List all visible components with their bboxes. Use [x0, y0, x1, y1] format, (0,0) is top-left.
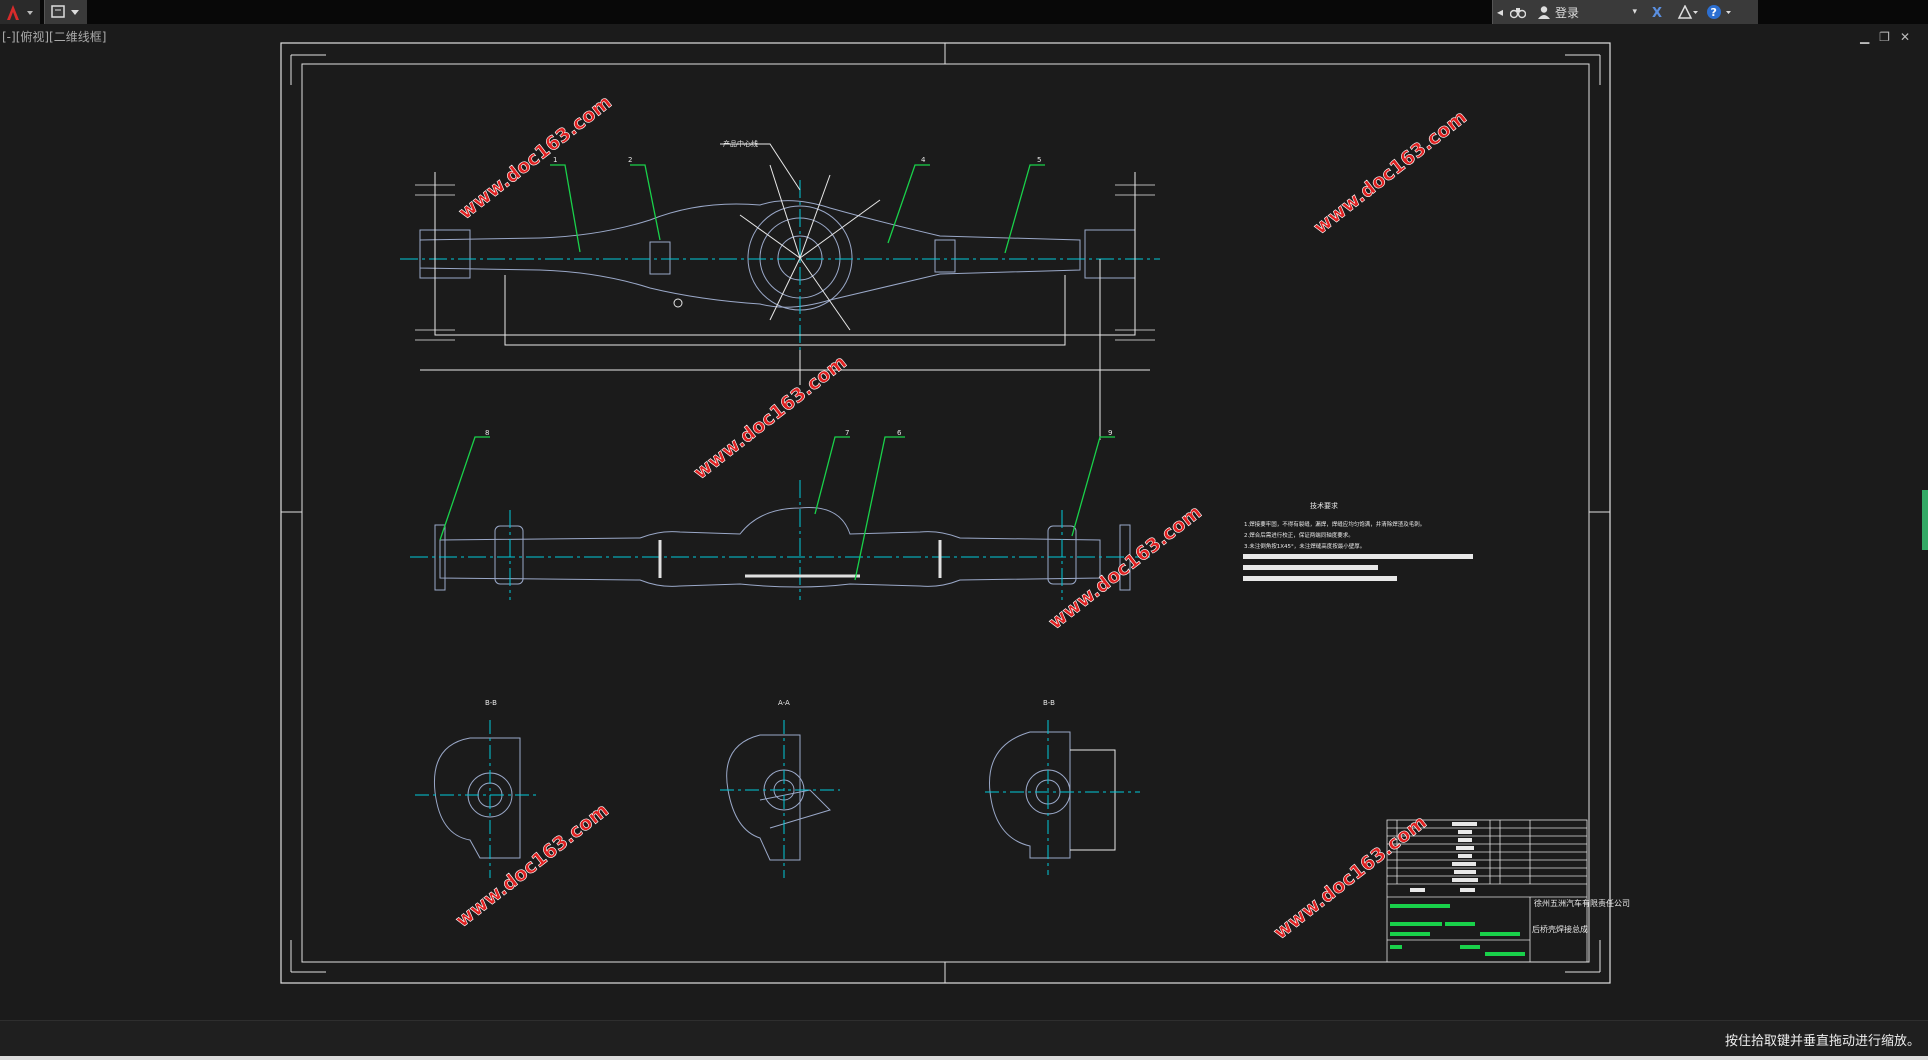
callout-9: 9 — [1108, 429, 1112, 437]
login-dropdown-icon: ▾ — [1632, 7, 1637, 17]
callout-leaders — [439, 164, 1115, 581]
center-line-label: 产品中心线 — [723, 139, 758, 148]
application-menu-button[interactable] — [0, 0, 40, 24]
title-block-company: 徐州五洲汽车有限责任公司 — [1534, 898, 1630, 908]
binoculars-icon[interactable] — [1507, 0, 1529, 24]
section-label-1: B-B — [485, 699, 497, 707]
watermark-1: www.doc163.com — [455, 91, 616, 224]
infocenter-toolbar: ◂ 登录 ▾ X ? — [1492, 0, 1758, 24]
vertical-scrollbar[interactable] — [1922, 490, 1928, 550]
callout-6: 6 — [897, 429, 902, 437]
callout-4: 4 — [921, 156, 926, 164]
svg-text:?: ? — [1711, 6, 1717, 19]
callout-5: 5 — [1037, 156, 1041, 164]
watermarks: www.doc163.com www.doc163.com www.doc163… — [451, 91, 1471, 944]
section-views: B-B A-A B-B — [415, 699, 1140, 878]
section-label-3: B-B — [1043, 699, 1055, 707]
note-3: 3.未注倒角按1X45°，未注焊缝高度按最小壁厚。 — [1244, 542, 1365, 550]
a360-icon[interactable] — [1673, 0, 1703, 24]
note-1: 1.焊接要牢固，不得有裂缝，漏焊，焊缝应均匀饱满，并清除焊渣及毛刺。 — [1244, 520, 1425, 528]
login-button[interactable]: 登录 ▾ — [1529, 0, 1645, 24]
watermark-2: www.doc163.com — [1310, 106, 1471, 239]
autocad-logo-icon — [7, 5, 33, 20]
quick-access-icon — [51, 5, 79, 18]
quick-access-toolbar[interactable] — [44, 0, 87, 24]
notes-title: 技术要求 — [1310, 501, 1338, 510]
note-2: 2.焊合后需进行校正，保证两端同轴度要求。 — [1244, 531, 1354, 539]
title-block: 徐州五洲汽车有限责任公司 后桥壳焊接总成 — [1386, 819, 1630, 963]
watermark-4: www.doc163.com — [1045, 501, 1206, 634]
drawing-canvas[interactable]: 产品中心线 B-B A-A B-B 1 2 4 5 8 7 6 9 技术要求 1… — [0, 24, 1928, 1020]
title-bar: ◂ 登录 ▾ X ? — [0, 0, 1928, 24]
callout-1: 1 — [553, 156, 557, 164]
section-label-2: A-A — [778, 699, 790, 707]
user-icon — [1538, 6, 1550, 19]
exchange-apps-icon[interactable]: X — [1645, 0, 1673, 24]
status-hint: 按住拾取键并垂直拖动进行缩放。 — [1724, 1034, 1920, 1049]
window-bottom-border — [0, 1056, 1928, 1060]
callout-7: 7 — [845, 429, 849, 437]
watermark-3: www.doc163.com — [690, 351, 851, 484]
watermark-5: www.doc163.com — [452, 799, 613, 932]
help-button[interactable]: ? — [1703, 0, 1737, 24]
axle-front-view — [410, 480, 1150, 600]
svg-text:X: X — [1652, 6, 1662, 19]
status-bar: 按住拾取键并垂直拖动进行缩放。 — [0, 1020, 1928, 1057]
help-icon: ? — [1707, 5, 1731, 19]
technical-notes: 技术要求 1.焊接要牢固，不得有裂缝，漏焊，焊缝应均匀饱满，并清除焊渣及毛刺。 … — [1243, 501, 1473, 581]
collapse-arrow-icon[interactable]: ◂ — [1493, 0, 1507, 24]
login-label: 登录 — [1555, 5, 1580, 20]
title-block-part-name: 后桥壳焊接总成 — [1532, 924, 1588, 934]
callout-8: 8 — [485, 429, 489, 437]
callout-2: 2 — [628, 156, 632, 164]
